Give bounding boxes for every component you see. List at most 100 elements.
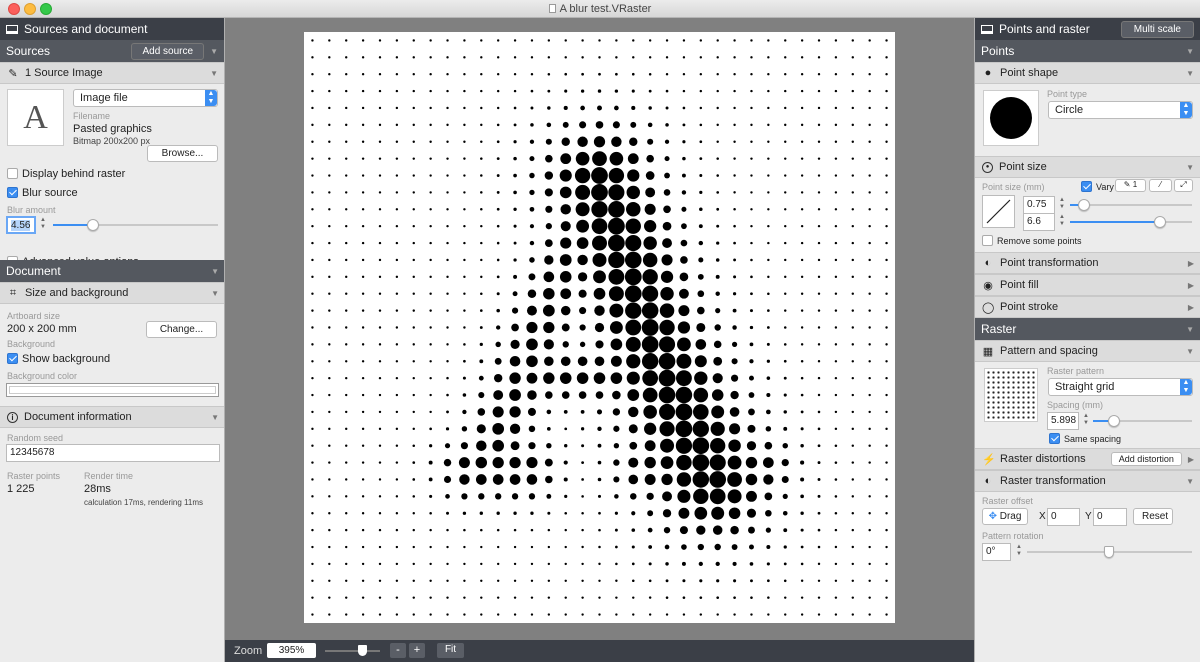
raster-dot: [648, 56, 652, 59]
reset-button[interactable]: Reset: [1133, 508, 1173, 525]
show-background-option[interactable]: Show background: [7, 353, 110, 365]
collapse-triangle-icon[interactable]: ▼: [1186, 47, 1194, 56]
drag-button[interactable]: ✥ Drag: [982, 508, 1028, 525]
collapse-triangle-icon[interactable]: ▼: [211, 267, 219, 276]
background-color-well[interactable]: [6, 383, 219, 397]
spacing-knob[interactable]: [1108, 415, 1120, 427]
raster-section[interactable]: Raster ▼: [975, 318, 1200, 340]
spacing-stepper[interactable]: ▲ ▼: [1082, 413, 1090, 427]
offset-y-input[interactable]: 0: [1093, 508, 1127, 526]
document-section[interactable]: Document ▼: [0, 260, 224, 282]
raster-pattern-preview[interactable]: [984, 368, 1038, 422]
collapse-triangle-icon[interactable]: ▼: [211, 413, 219, 422]
sources-section[interactable]: Sources Add source ▼: [0, 40, 224, 62]
canvas-area[interactable]: [225, 18, 974, 640]
collapse-triangle-icon[interactable]: ▼: [1186, 477, 1194, 486]
document-info-header[interactable]: i Document information ▼: [0, 406, 224, 428]
point-fill-header[interactable]: ◉ Point fill ▶: [975, 274, 1200, 296]
display-behind-option[interactable]: Display behind raster: [7, 168, 125, 180]
raster-dot: [851, 393, 854, 397]
source-type-select[interactable]: Image file ▲ ▼: [73, 89, 218, 107]
fit-button[interactable]: Fit: [437, 643, 464, 658]
rotation-knob[interactable]: [1104, 546, 1114, 558]
point-shape-header[interactable]: ● Point shape ▼: [975, 62, 1200, 84]
collapse-triangle-icon[interactable]: ▼: [1186, 163, 1194, 172]
zoom-slider-knob[interactable]: [358, 645, 367, 656]
size-background-header[interactable]: ⌗ Size and background ▼: [0, 282, 224, 304]
collapse-triangle-icon[interactable]: ▼: [1186, 325, 1194, 334]
expand-triangle-icon[interactable]: ▶: [1188, 281, 1194, 290]
raster-dot: [665, 89, 669, 93]
size-min-knob[interactable]: [1078, 199, 1090, 211]
display-behind-checkbox[interactable]: [7, 168, 18, 179]
point-transformation-header[interactable]: ◐ Point transformation ▶: [975, 252, 1200, 274]
collapse-triangle-icon[interactable]: ▼: [1186, 347, 1194, 356]
blur-amount-input[interactable]: 4.56: [6, 216, 36, 234]
blur-amount-slider[interactable]: [53, 219, 218, 231]
source-image-header[interactable]: ✎ 1 Source Image ▼: [0, 62, 224, 84]
blur-amount-stepper[interactable]: ▲ ▼: [39, 217, 47, 231]
zoom-in-button[interactable]: +: [409, 643, 425, 658]
blur-source-checkbox[interactable]: [7, 187, 18, 198]
collapse-triangle-icon[interactable]: ▼: [210, 47, 218, 56]
size-curve-preview[interactable]: [982, 195, 1015, 228]
curve-options-button[interactable]: ⤢: [1174, 179, 1193, 192]
size-min-stepper[interactable]: ▲ ▼: [1058, 197, 1066, 211]
raster-dot: [395, 444, 399, 447]
multi-scale-button[interactable]: Multi scale: [1120, 20, 1194, 38]
collapse-triangle-icon[interactable]: ▼: [211, 289, 219, 298]
pattern-spacing-header[interactable]: ▦ Pattern and spacing ▼: [975, 340, 1200, 362]
remove-points-checkbox[interactable]: [982, 235, 993, 246]
raster-pattern-select[interactable]: Straight grid ▲ ▼: [1048, 378, 1193, 396]
radio-circle-icon: ●: [982, 161, 993, 173]
size-min-input[interactable]: 0.75: [1023, 196, 1055, 214]
zoom-slider[interactable]: [325, 645, 380, 656]
same-spacing-checkbox[interactable]: [1049, 433, 1060, 444]
spacing-slider[interactable]: [1093, 415, 1192, 427]
zoom-input[interactable]: 395%: [267, 643, 316, 658]
points-section[interactable]: Points ▼: [975, 40, 1200, 62]
raster-dot: [395, 73, 399, 76]
collapse-triangle-icon[interactable]: ▼: [1186, 69, 1194, 78]
size-min-slider[interactable]: [1070, 199, 1192, 211]
expand-triangle-icon[interactable]: ▶: [1188, 303, 1194, 312]
vary-option[interactable]: Vary: [1081, 181, 1114, 192]
show-background-checkbox[interactable]: [7, 353, 18, 364]
raster-dot: [546, 493, 552, 499]
blur-source-option[interactable]: Blur source: [7, 187, 78, 199]
point-type-select[interactable]: Circle ▲ ▼: [1048, 101, 1193, 119]
linear-curve-button[interactable]: ⁄: [1149, 179, 1172, 192]
spacing-input[interactable]: 5.898: [1047, 412, 1079, 430]
expand-triangle-icon[interactable]: ▶: [1188, 259, 1194, 268]
browse-button[interactable]: Browse...: [147, 145, 218, 162]
random-seed-input[interactable]: 12345678: [6, 444, 220, 462]
point-shape-preview[interactable]: [983, 90, 1039, 146]
raster-dot: [800, 292, 804, 295]
blur-slider-knob[interactable]: [87, 219, 99, 231]
remove-points-option[interactable]: Remove some points: [982, 235, 1082, 246]
change-button[interactable]: Change...: [146, 321, 217, 338]
size-max-stepper[interactable]: ▲ ▼: [1058, 214, 1066, 228]
same-spacing-option[interactable]: Same spacing: [1049, 433, 1121, 444]
raster-transformation-header[interactable]: ◐ Raster transformation ▼: [975, 470, 1200, 492]
rotation-slider[interactable]: [1027, 546, 1192, 558]
expand-triangle-icon[interactable]: ▶: [1188, 455, 1194, 464]
size-max-knob[interactable]: [1154, 216, 1166, 228]
raster-dot: [361, 292, 365, 295]
add-distortion-button[interactable]: Add distortion: [1110, 452, 1182, 466]
vary-checkbox[interactable]: [1081, 181, 1092, 192]
point-stroke-header[interactable]: ◯ Point stroke ▶: [975, 296, 1200, 318]
source-thumbnail[interactable]: A: [7, 89, 64, 146]
raster-distortions-header[interactable]: ⚡ Raster distortions Add distortion ▶: [975, 448, 1200, 470]
size-max-input[interactable]: 6.6: [1023, 213, 1055, 231]
vary-source-button[interactable]: ✎ 1: [1115, 179, 1146, 192]
artboard[interactable]: [304, 32, 895, 623]
rotation-input[interactable]: 0°: [982, 543, 1011, 561]
rotation-stepper[interactable]: ▲ ▼: [1015, 544, 1023, 558]
size-max-slider[interactable]: [1070, 216, 1192, 228]
add-source-button[interactable]: Add source: [131, 42, 205, 60]
point-size-header[interactable]: ● Point size ▼: [975, 156, 1200, 178]
zoom-out-button[interactable]: -: [390, 643, 406, 658]
offset-x-input[interactable]: 0: [1047, 508, 1080, 526]
collapse-triangle-icon[interactable]: ▼: [210, 69, 218, 78]
